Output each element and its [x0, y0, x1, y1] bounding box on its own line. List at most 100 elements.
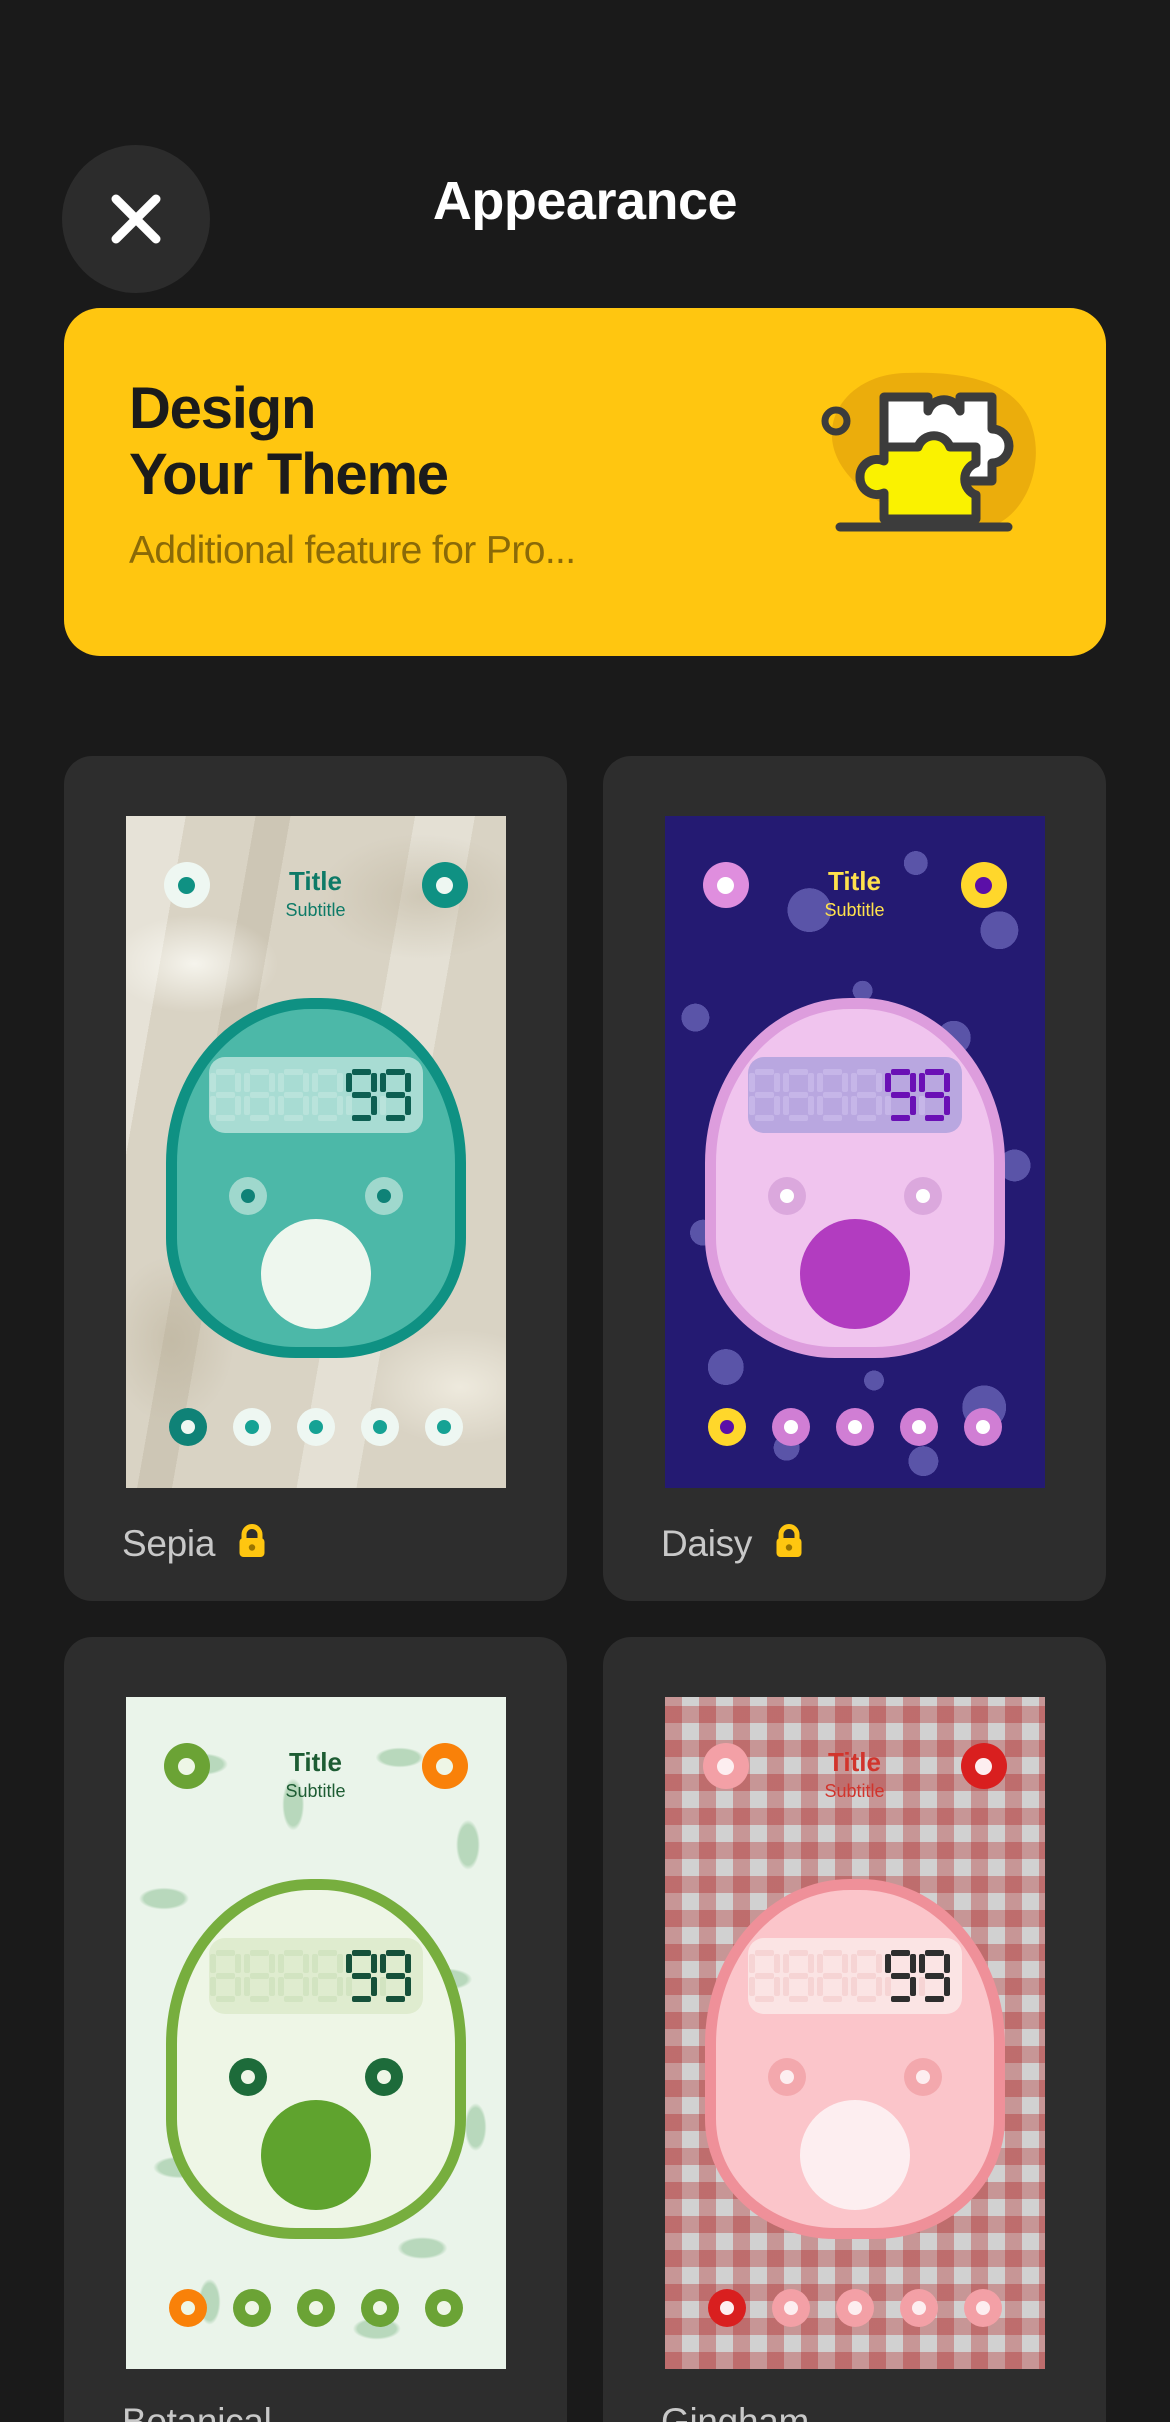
preview-top-left-dot	[702, 862, 749, 908]
theme-card-daisy[interactable]: Title Subtitle Daisy	[603, 756, 1106, 1601]
lcd-digit	[782, 1950, 814, 2002]
promo-title-line2: Your Theme	[129, 441, 449, 507]
counter-body	[704, 1879, 1005, 2239]
lcd-digit	[243, 1950, 275, 2002]
theme-preview: Title Subtitle	[125, 1697, 506, 2369]
lcd-digit	[884, 1069, 916, 1121]
theme-card-sepia[interactable]: Title Subtitle Sepia	[64, 756, 567, 1601]
counter-body	[704, 998, 1005, 1358]
promo-banner[interactable]: Design Your Theme Additional feature for…	[64, 308, 1106, 656]
preview-bottom-dot	[424, 2289, 463, 2327]
preview-top-left-dot	[163, 1743, 210, 1789]
counter-display	[747, 1938, 962, 2014]
promo-title-line1: Design	[129, 376, 316, 441]
preview-bottom-dot	[707, 1408, 746, 1446]
preview-top-right-dot	[421, 862, 468, 908]
lcd-digit	[918, 1950, 950, 2002]
theme-preview: Title Subtitle	[125, 816, 506, 1488]
counter-mini-button-left	[228, 2058, 267, 2096]
preview-bottom-dot	[771, 1408, 810, 1446]
preview-bottom-dot	[360, 2289, 399, 2327]
lcd-digit	[345, 1950, 377, 2002]
counter-mini-button-right	[364, 1177, 403, 1215]
lcd-digit	[918, 1069, 950, 1121]
theme-preview-wrap: Title Subtitle	[64, 1637, 567, 2369]
theme-card-gingham[interactable]: Title Subtitle Gingham	[603, 1637, 1106, 2422]
theme-name-label: Daisy	[661, 1522, 753, 1564]
preview-bottom-dot	[232, 2289, 271, 2327]
counter-mini-button-right	[903, 2058, 942, 2096]
counter-mini-button-right	[903, 1177, 942, 1215]
theme-preview-wrap: Title Subtitle	[64, 756, 567, 1488]
preview-bottom-dot	[232, 1408, 271, 1446]
theme-card-footer: Daisy	[603, 1488, 1106, 1601]
preview-bottom-dot	[296, 1408, 335, 1446]
preview-top-right-dot	[960, 1743, 1007, 1789]
lcd-digit	[850, 1069, 882, 1121]
lcd-digit	[311, 1069, 343, 1121]
counter-display	[747, 1057, 962, 1133]
theme-name-label: Botanical	[122, 2401, 272, 2422]
preview-bottom-dot	[424, 1408, 463, 1446]
theme-name-label: Gingham	[661, 2401, 810, 2422]
preview-bottom-dot	[168, 1408, 207, 1446]
preview-bottom-dot	[835, 2289, 874, 2327]
counter-body	[165, 1879, 466, 2239]
lock-icon	[231, 1520, 273, 1567]
lcd-digit	[379, 1950, 411, 2002]
lcd-digit	[884, 1950, 916, 2002]
puzzle-piece-icon	[800, 363, 1050, 553]
preview-bottom-dot	[899, 2289, 938, 2327]
counter-main-button	[260, 2100, 371, 2210]
lcd-digit	[816, 1950, 848, 2002]
preview-bottom-dot	[899, 1408, 938, 1446]
preview-bottom-dots	[665, 2289, 1045, 2327]
counter-mini-button-left	[767, 2058, 806, 2096]
theme-card-botanical[interactable]: Title Subtitle Botanical	[64, 1637, 567, 2422]
counter-display	[208, 1057, 423, 1133]
lcd-digit	[379, 1069, 411, 1121]
preview-bottom-dot	[771, 2289, 810, 2327]
counter-mini-button-left	[767, 1177, 806, 1215]
app-header: Appearance	[0, 0, 1170, 293]
preview-bottom-dot	[296, 2289, 335, 2327]
lcd-digit	[816, 1069, 848, 1121]
theme-preview: Title Subtitle	[664, 1697, 1045, 2369]
lock-icon	[768, 1520, 810, 1567]
counter-main-button	[260, 1219, 371, 1329]
theme-preview: Title Subtitle	[664, 816, 1045, 1488]
lcd-digit	[209, 1950, 241, 2002]
lcd-digit	[243, 1069, 275, 1121]
preview-top-left-dot	[702, 1743, 749, 1789]
preview-bottom-dot	[707, 2289, 746, 2327]
promo-text-block: Design Your Theme Additional feature for…	[129, 376, 576, 573]
lcd-digit	[277, 1069, 309, 1121]
theme-name-label: Sepia	[122, 1522, 216, 1564]
preview-bottom-dot	[168, 2289, 207, 2327]
preview-bottom-dots	[665, 1408, 1045, 1446]
lcd-digit	[782, 1069, 814, 1121]
counter-main-button	[799, 1219, 910, 1329]
lcd-digit	[748, 1950, 780, 2002]
theme-card-footer: Gingham	[603, 2369, 1106, 2422]
theme-preview-wrap: Title Subtitle	[603, 1637, 1106, 2369]
promo-subtitle: Additional feature for Pro...	[129, 529, 576, 573]
counter-display	[208, 1938, 423, 2014]
preview-bottom-dot	[963, 1408, 1002, 1446]
preview-bottom-dots	[126, 1408, 506, 1446]
lcd-digit	[748, 1069, 780, 1121]
lcd-digit	[345, 1069, 377, 1121]
preview-bottom-dot	[835, 1408, 874, 1446]
page-title: Appearance	[432, 171, 738, 231]
theme-preview-wrap: Title Subtitle	[603, 756, 1106, 1488]
counter-body	[165, 998, 466, 1358]
lcd-digit	[209, 1069, 241, 1121]
counter-main-button	[799, 2100, 910, 2210]
preview-top-right-dot	[421, 1743, 468, 1789]
theme-card-footer: Sepia	[64, 1488, 567, 1601]
counter-mini-button-left	[228, 1177, 267, 1215]
preview-bottom-dot	[963, 2289, 1002, 2327]
preview-top-right-dot	[960, 862, 1007, 908]
lcd-digit	[850, 1950, 882, 2002]
preview-bottom-dots	[126, 2289, 506, 2327]
